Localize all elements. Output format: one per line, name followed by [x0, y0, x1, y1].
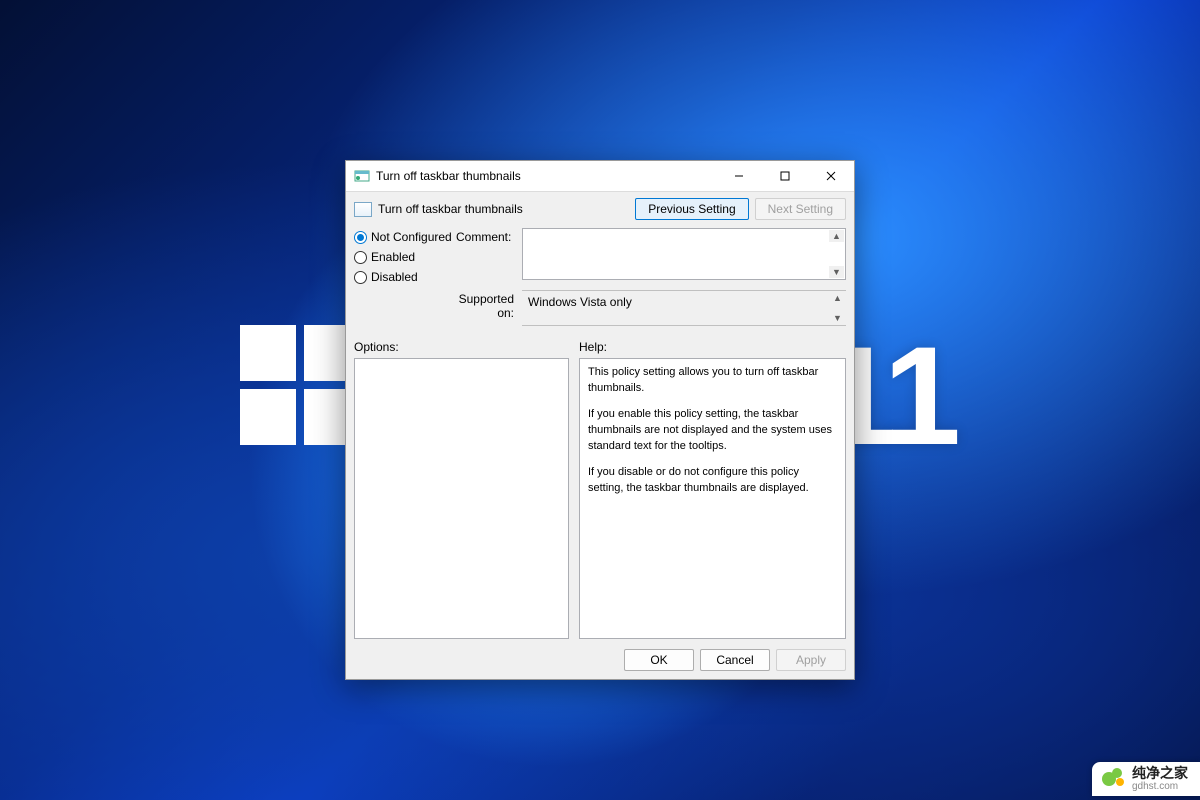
previous-setting-button[interactable]: Previous Setting — [635, 198, 748, 220]
next-setting-button[interactable]: Next Setting — [755, 198, 846, 220]
radio-disabled[interactable]: Disabled — [354, 270, 452, 284]
window-title: Turn off taskbar thumbnails — [376, 169, 716, 183]
help-paragraph: This policy setting allows you to turn o… — [588, 365, 837, 397]
radio-icon — [354, 251, 367, 264]
help-label: Help: — [579, 340, 846, 354]
desktop-wallpaper: 11 Turn off taskbar thumbnails — [0, 0, 1200, 800]
radio-label: Enabled — [371, 250, 415, 264]
titlebar[interactable]: Turn off taskbar thumbnails — [346, 161, 854, 191]
radio-label: Not Configured — [371, 230, 452, 244]
supported-on-label: Supported on: — [456, 290, 518, 320]
supported-on-value: Windows Vista only ▲ ▼ — [522, 290, 846, 326]
minimize-button[interactable] — [716, 161, 762, 191]
radio-icon — [354, 271, 367, 284]
radio-icon — [354, 231, 367, 244]
radio-label: Disabled — [371, 270, 418, 284]
options-panel — [354, 358, 569, 639]
scroll-down-icon[interactable]: ▼ — [829, 266, 844, 278]
apply-button[interactable]: Apply — [776, 649, 846, 671]
policy-editor-window: Turn off taskbar thumbnails Turn off tas… — [345, 160, 855, 680]
comment-label: Comment: — [456, 228, 518, 244]
watermark-logo-icon — [1102, 768, 1126, 790]
help-paragraph: If you enable this policy setting, the t… — [588, 407, 837, 455]
windows-logo-icon — [240, 325, 360, 445]
window-icon — [354, 168, 370, 184]
help-panel: This policy setting allows you to turn o… — [579, 358, 846, 639]
policy-title: Turn off taskbar thumbnails — [378, 202, 629, 216]
scroll-up-icon[interactable]: ▲ — [830, 292, 845, 304]
watermark: 纯净之家 gdhst.com — [1092, 762, 1200, 796]
maximize-button[interactable] — [762, 161, 808, 191]
options-label: Options: — [354, 340, 569, 354]
close-button[interactable] — [808, 161, 854, 191]
watermark-url: gdhst.com — [1132, 781, 1188, 792]
cancel-button[interactable]: Cancel — [700, 649, 770, 671]
radio-enabled[interactable]: Enabled — [354, 250, 452, 264]
ok-button[interactable]: OK — [624, 649, 694, 671]
comment-textarea[interactable]: ▲ ▼ — [522, 228, 846, 280]
help-paragraph: If you disable or do not configure this … — [588, 465, 837, 497]
policy-icon — [354, 202, 372, 217]
radio-not-configured[interactable]: Not Configured — [354, 230, 452, 244]
watermark-name: 纯净之家 — [1132, 766, 1188, 781]
scroll-up-icon[interactable]: ▲ — [829, 230, 844, 242]
scroll-down-icon[interactable]: ▼ — [830, 312, 845, 324]
